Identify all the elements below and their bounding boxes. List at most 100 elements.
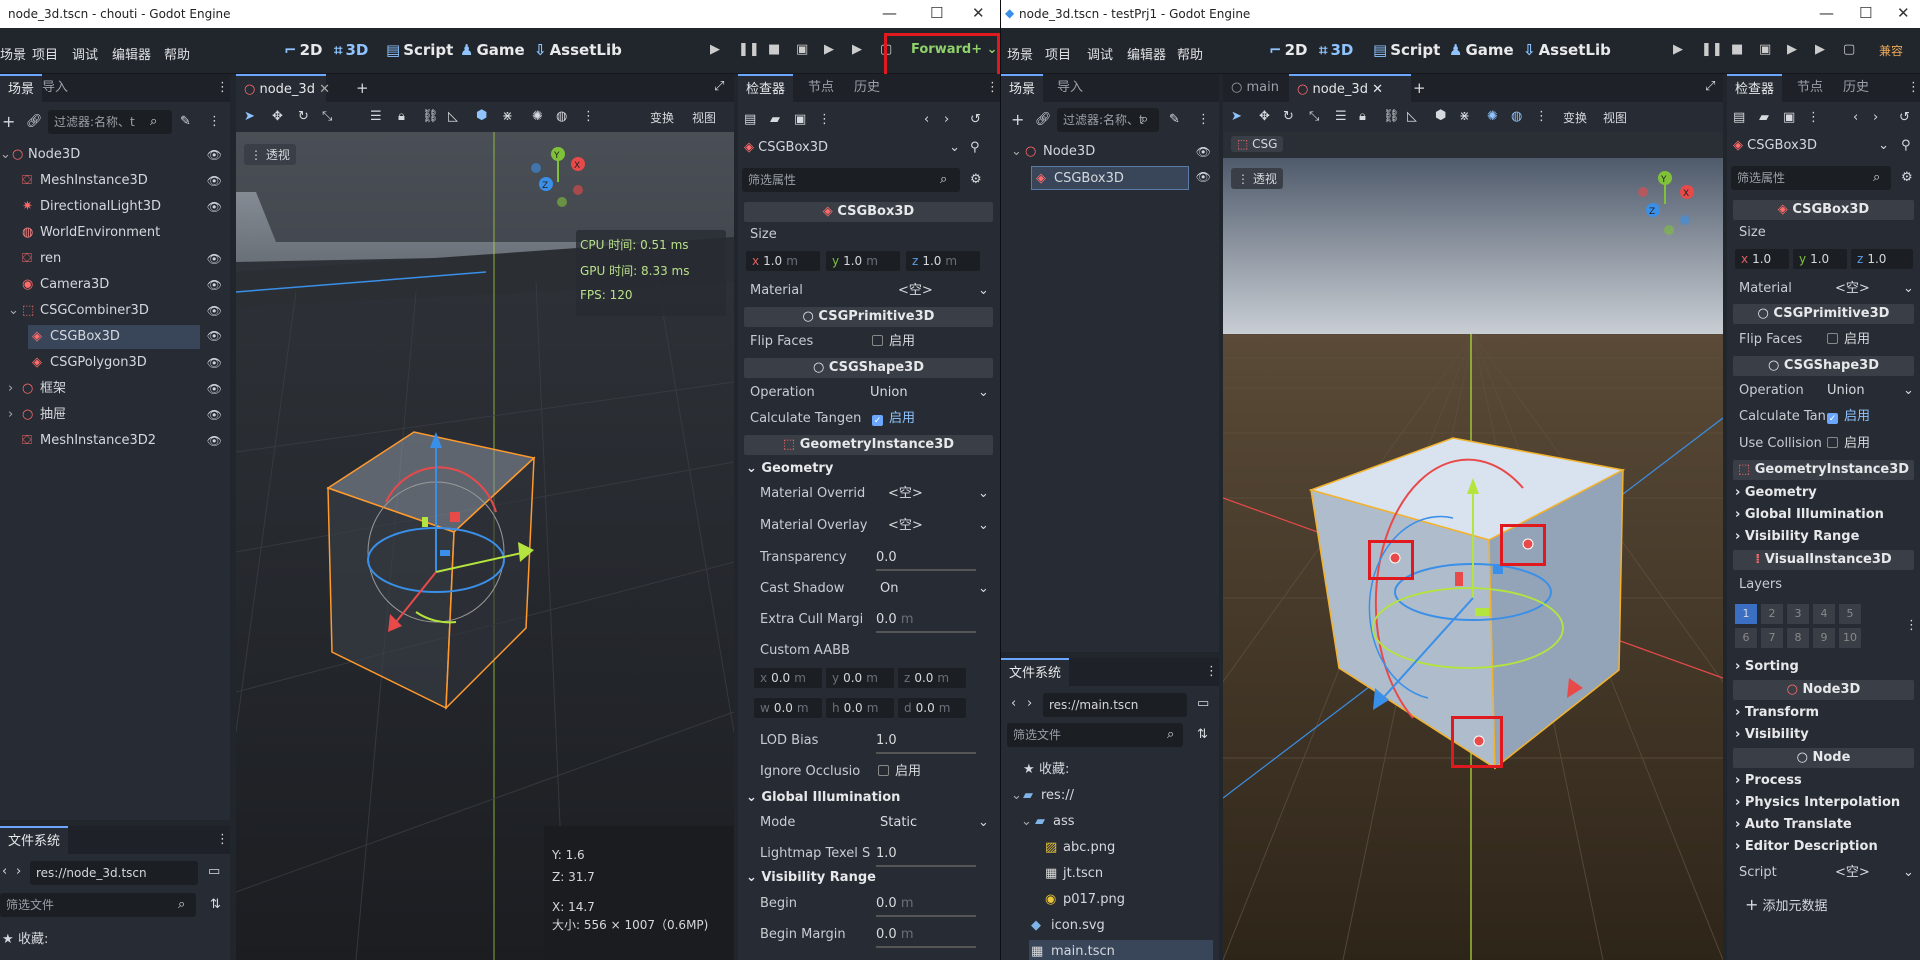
dock-menu-icon[interactable]: ⋮ bbox=[216, 832, 229, 847]
prop-begin-margin[interactable]: Begin Margin 0.0 m bbox=[756, 924, 993, 948]
group-icon[interactable]: ⛓ bbox=[1383, 109, 1400, 124]
sort-icon[interactable]: ⇅ bbox=[210, 897, 221, 912]
prop-calculate-tangents[interactable]: Calculate Tan ✓ 启用 bbox=[1735, 406, 1912, 428]
prop-script[interactable]: Script <空> ⌄ bbox=[1735, 862, 1914, 884]
prop-gi-mode[interactable]: Mode Static ⌄ bbox=[756, 812, 993, 834]
tab-inspector[interactable]: 检查器 bbox=[738, 74, 794, 102]
tab-node[interactable]: 节点 bbox=[800, 74, 842, 102]
save-icon[interactable]: ▣ bbox=[794, 112, 806, 127]
prop-use-collision[interactable]: Use Collision 启用 bbox=[1735, 433, 1912, 455]
layer-9[interactable]: 9 bbox=[1813, 628, 1835, 648]
fs-file-main[interactable]: ▦ main.tscn bbox=[1029, 940, 1213, 960]
visibility-eye-icon[interactable]: 👁︎ bbox=[207, 169, 222, 193]
environment-icon[interactable]: ◍ bbox=[1511, 109, 1522, 124]
maximize-icon[interactable]: ☐ bbox=[930, 4, 943, 22]
prop-ignore-occlusion[interactable]: Ignore Occlusio 启用 bbox=[756, 761, 993, 783]
renderer-select[interactable]: 兼容 bbox=[1879, 42, 1903, 59]
more-icon[interactable]: ⋮ bbox=[818, 112, 831, 127]
menu-editor[interactable]: 编辑器 bbox=[112, 44, 151, 63]
maximize-icon[interactable]: ☐ bbox=[1859, 4, 1872, 22]
visibility-eye-icon[interactable]: 👁︎ bbox=[207, 273, 222, 297]
sun-icon[interactable]: ✺ bbox=[1487, 109, 1498, 124]
new-resource-icon[interactable]: ▤ bbox=[1733, 110, 1745, 125]
lock-icon[interactable]: 🔒︎ bbox=[398, 109, 405, 124]
layer-8[interactable]: 8 bbox=[1787, 628, 1809, 648]
prop-material[interactable]: Material <空> ⌄ bbox=[746, 280, 993, 302]
menu-project[interactable]: 项目 bbox=[1045, 44, 1071, 63]
add-tab-icon[interactable]: + bbox=[356, 79, 369, 97]
tree-node-drawer[interactable]: › ○ 抽屉 👁︎ bbox=[0, 403, 230, 427]
scene-menu-icon[interactable]: ⋮ bbox=[208, 114, 221, 129]
open-icon[interactable]: ▰ bbox=[1759, 110, 1769, 125]
checkbox[interactable] bbox=[872, 335, 883, 346]
script-attach-icon[interactable]: ✎ bbox=[180, 114, 191, 129]
tab-node[interactable]: 节点 bbox=[1789, 74, 1831, 102]
node-type-select[interactable]: ◈ CSGBox3D ⌄ bbox=[1733, 135, 1893, 157]
list-select-icon[interactable]: ☰ bbox=[1335, 109, 1347, 124]
layer-5[interactable]: 5 bbox=[1839, 604, 1861, 624]
play-custom-icon[interactable]: ▶ bbox=[1815, 42, 1825, 57]
size-z-field[interactable]: z 1.0 m bbox=[906, 251, 980, 271]
aabb-y-field[interactable]: y 0.0 m bbox=[826, 668, 894, 688]
renderer-select[interactable]: Forward+ ⌄ bbox=[911, 42, 998, 57]
object-menu-icon[interactable]: ⚲ bbox=[1901, 138, 1911, 153]
visibility-eye-icon[interactable]: 👁︎ bbox=[207, 143, 222, 167]
prop-material-override[interactable]: Material Overrid <空> ⌄ bbox=[756, 483, 993, 505]
object-menu-icon[interactable]: ⚲ bbox=[970, 140, 980, 155]
tab-inspector[interactable]: 检查器 bbox=[1727, 74, 1783, 102]
split-view-icon[interactable]: ▭ bbox=[208, 864, 220, 879]
menu-project[interactable]: 项目 bbox=[32, 44, 58, 63]
lock-icon[interactable]: 🔒︎ bbox=[1359, 109, 1366, 124]
workspace-script[interactable]: ▤ Script bbox=[1373, 41, 1440, 59]
workspace-assetlib[interactable]: ⇩ AssetLib bbox=[1523, 41, 1611, 59]
view-menu[interactable]: 视图 bbox=[692, 109, 716, 126]
fs-filter-input[interactable]: 筛选文件 bbox=[0, 893, 196, 917]
size-x-field[interactable]: x 1.0 bbox=[1735, 249, 1789, 269]
tab-node3d[interactable]: ○ node_3d ✕ bbox=[236, 74, 330, 102]
size-z-field[interactable]: z 1.0 bbox=[1851, 249, 1913, 269]
list-select-icon[interactable]: ☰ bbox=[370, 109, 382, 124]
tree-node-node3d[interactable]: ⌄ ○ Node3D 👁︎ bbox=[0, 143, 230, 167]
group-auto-translate[interactable]: › Auto Translate bbox=[1735, 815, 1852, 835]
layer-1[interactable]: 1 bbox=[1735, 604, 1757, 624]
tree-node-worldenvironment[interactable]: ◍ WorldEnvironment bbox=[0, 221, 230, 245]
group-geometry[interactable]: › Geometry bbox=[1735, 483, 1817, 503]
ruler-icon[interactable]: ◺ bbox=[448, 109, 458, 124]
size-y-field[interactable]: y 1.0 m bbox=[826, 251, 900, 271]
workspace-3d[interactable]: ⌗ 3D bbox=[1319, 41, 1353, 59]
add-metadata-button[interactable]: + 添加元数据 bbox=[1737, 892, 1893, 918]
prop-flip-faces[interactable]: Flip Faces 启用 bbox=[746, 331, 993, 353]
perspective-menu[interactable]: ⋮ 透视 bbox=[244, 144, 296, 165]
split-view-icon[interactable]: ▭ bbox=[1197, 696, 1209, 711]
menu-help[interactable]: 帮助 bbox=[1177, 44, 1203, 63]
visibility-eye-icon[interactable]: 👁︎ bbox=[207, 247, 222, 271]
aabb-d-field[interactable]: d 0.0 m bbox=[898, 698, 966, 718]
select-tool-icon[interactable]: ➤ bbox=[244, 109, 255, 124]
workspace-assetlib[interactable]: ⇩ AssetLib bbox=[534, 41, 622, 59]
tree-node-node3d[interactable]: ⌄ ○ Node3D 👁︎ bbox=[1001, 140, 1219, 164]
fs-file-abc[interactable]: ▨ abc.png bbox=[1001, 836, 1219, 860]
aabb-w-field[interactable]: w 0.0 m bbox=[754, 698, 822, 718]
play-scene-icon[interactable]: ▶ bbox=[824, 42, 834, 57]
fs-favorites[interactable]: ★ 收藏: bbox=[1001, 758, 1219, 782]
tree-node-camera3d[interactable]: ◉ Camera3D 👁︎ bbox=[0, 273, 230, 297]
prop-extra-cull-margin[interactable]: Extra Cull Margi 0.0 m bbox=[756, 609, 993, 633]
group-editor-description[interactable]: › Editor Description bbox=[1735, 837, 1878, 857]
back-icon[interactable]: ‹ bbox=[2, 864, 7, 879]
group-geometry[interactable]: ⌄ Geometry bbox=[746, 459, 833, 479]
rotate-tool-icon[interactable]: ↻ bbox=[1283, 109, 1294, 124]
visibility-eye-icon[interactable]: 👁︎ bbox=[207, 195, 222, 219]
tab-filesystem[interactable]: 文件系统 bbox=[0, 826, 69, 854]
workspace-script[interactable]: ▤ Script bbox=[386, 41, 453, 59]
visibility-eye-icon[interactable]: 👁︎ bbox=[207, 429, 222, 453]
close-tab-icon[interactable]: ✕ bbox=[1372, 82, 1383, 97]
layer-2[interactable]: 2 bbox=[1761, 604, 1783, 624]
scene-menu-icon[interactable]: ⋮ bbox=[1197, 112, 1210, 127]
sun-icon[interactable]: ✺ bbox=[532, 109, 543, 124]
left-3d-viewport[interactable]: ○ node_3d ✕ + ⤢ ➤ ✥ ↻ ⤡ ☰ 🔒︎ ⛓ ◺ ⬢ ⋇ ✺ ◍… bbox=[236, 74, 734, 960]
new-resource-icon[interactable]: ▤ bbox=[744, 112, 756, 127]
tree-node-csgbox3d[interactable]: ◈ CSGBox3D bbox=[28, 325, 200, 349]
forward-icon[interactable]: › bbox=[16, 864, 21, 879]
prop-material-overlay[interactable]: Material Overlay <空> ⌄ bbox=[756, 515, 993, 537]
checkbox[interactable] bbox=[878, 765, 889, 776]
